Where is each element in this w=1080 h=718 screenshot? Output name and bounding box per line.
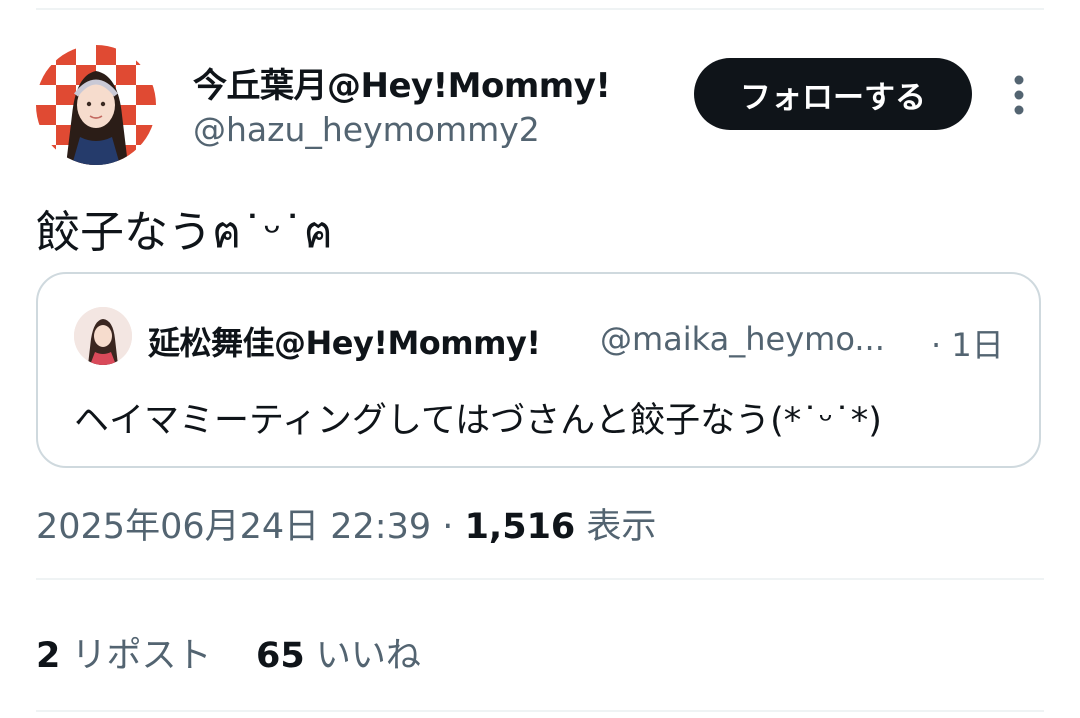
tweet-timestamp[interactable]: 2025年06月24日 22:39 xyxy=(36,507,431,547)
quoted-author-handle: @maika_heymo... xyxy=(600,320,885,358)
views-label: 表示 xyxy=(586,507,657,547)
reposts-stat[interactable]: 2 リポスト xyxy=(36,636,212,676)
meta-separator: · xyxy=(442,507,454,547)
author-avatar[interactable] xyxy=(36,45,156,165)
author-handle[interactable]: @hazu_heymommy2 xyxy=(193,110,540,149)
quoted-avatar-image xyxy=(74,307,132,365)
quoted-tweet-time: · 1日 xyxy=(931,326,1004,364)
quoted-author-name: 延松舞佳@Hey!Mommy! xyxy=(148,324,541,362)
views-count: 1,516 xyxy=(464,507,576,547)
reposts-count: 2 xyxy=(36,636,61,676)
more-vertical-icon[interactable] xyxy=(1004,72,1034,118)
engagement-stats: 2 リポスト 65 いいね xyxy=(36,627,421,678)
quoted-tweet-text: ヘイマミーティングしてはづさんと餃子なう(*˙ᵕ˙*) xyxy=(74,401,882,441)
stats-divider-bottom xyxy=(36,710,1044,712)
tweet-meta: 2025年06月24日 22:39 · 1,516 表示 xyxy=(36,498,656,549)
author-avatar-image xyxy=(66,71,128,165)
likes-stat[interactable]: 65 いいね xyxy=(256,636,421,676)
quoted-author-avatar[interactable] xyxy=(74,307,132,365)
top-divider xyxy=(36,8,1044,10)
reposts-label: リポスト xyxy=(71,636,212,676)
likes-label: いいね xyxy=(315,636,421,676)
quoted-tweet-card[interactable]: 延松舞佳@Hey!Mommy! @maika_heymo... · 1日 ヘイマ… xyxy=(36,272,1041,468)
likes-count: 65 xyxy=(256,636,305,676)
tweet-text: 餃子なうฅ˙ᵕ˙ฅ xyxy=(36,207,334,258)
follow-button[interactable]: フォローする xyxy=(694,58,972,130)
author-name[interactable]: 今丘葉月@Hey!Mommy! xyxy=(193,58,611,107)
stats-divider-top xyxy=(36,578,1044,580)
